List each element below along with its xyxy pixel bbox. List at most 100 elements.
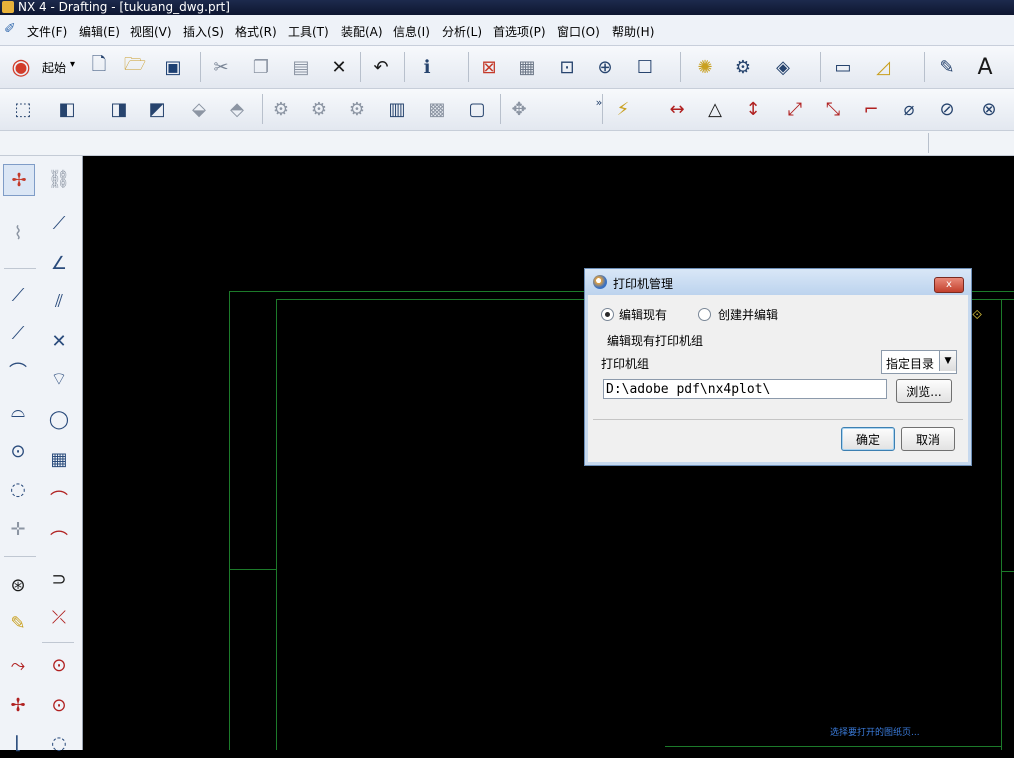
- menu-assembly[interactable]: 装配(A): [341, 23, 383, 40]
- divide-icon[interactable]: ⤫: [44, 602, 74, 632]
- menu-information[interactable]: 信息(I): [393, 23, 430, 40]
- ruler-icon[interactable]: ◿: [870, 54, 896, 80]
- cancel-button[interactable]: 取消: [901, 427, 955, 451]
- tangent-line-icon[interactable]: ⟋: [3, 318, 33, 348]
- component-icon[interactable]: ✥: [506, 96, 532, 122]
- line-icon[interactable]: ⟋: [44, 208, 74, 238]
- trim-icon[interactable]: ⊃: [44, 564, 74, 594]
- unfolded-section-icon[interactable]: ⚙: [344, 96, 370, 122]
- menu-file[interactable]: 文件(F): [27, 23, 67, 40]
- delete-icon[interactable]: ✕: [326, 54, 352, 80]
- menu-tools[interactable]: 工具(T): [288, 23, 329, 40]
- update-view-icon[interactable]: ▩: [424, 96, 450, 122]
- settings-icon[interactable]: ⚙: [730, 54, 756, 80]
- menu-insert[interactable]: 插入(S): [183, 23, 224, 40]
- base-view-icon[interactable]: ◧: [54, 96, 80, 122]
- parallel-dimension-icon[interactable]: ⤢: [782, 96, 808, 122]
- chevron-down-icon[interactable]: ▼: [939, 351, 956, 371]
- radio-create-and-edit-label[interactable]: 创建并编辑: [718, 306, 778, 323]
- arc-three-point-icon[interactable]: ⌒: [44, 524, 74, 554]
- dialog-title-bar[interactable]: 打印机管理 x: [585, 269, 971, 295]
- revolved-section-icon[interactable]: ⚙: [268, 96, 294, 122]
- chain-icon[interactable]: ⛓: [44, 164, 74, 194]
- detail-view-icon[interactable]: ◩: [144, 96, 170, 122]
- folded-section-icon[interactable]: ⚙: [306, 96, 332, 122]
- menu-format[interactable]: 格式(R): [235, 23, 277, 40]
- circle-edit-icon[interactable]: ◌: [44, 728, 74, 758]
- horizontal-dimension-icon[interactable]: ↔: [664, 96, 690, 122]
- arc-tangent-icon[interactable]: ⌔: [44, 364, 74, 394]
- new-sheet-icon[interactable]: ⬚: [10, 96, 36, 122]
- fillet-icon[interactable]: ⊛: [3, 570, 33, 600]
- open-folder-icon[interactable]: 🗁: [122, 54, 148, 80]
- zoom-icon[interactable]: ⊡: [554, 54, 580, 80]
- corner-icon[interactable]: ⌊: [3, 728, 33, 758]
- new-file-icon[interactable]: 🗋: [86, 54, 112, 80]
- menu-window[interactable]: 窗口(O): [557, 23, 600, 40]
- zoom-window-icon[interactable]: ▦: [514, 54, 540, 80]
- edit-curve-icon[interactable]: ✎: [3, 608, 33, 638]
- parallel-line-icon[interactable]: ⫽: [44, 286, 74, 316]
- perpendicular-dimension-icon[interactable]: ⤡: [820, 96, 846, 122]
- fit-view-icon[interactable]: ⊠: [476, 54, 502, 80]
- menu-view[interactable]: 视图(V): [130, 23, 172, 40]
- offset-icon[interactable]: ⤳: [3, 650, 33, 680]
- arc-icon[interactable]: ⌓: [3, 396, 33, 426]
- zoom-in-out-icon[interactable]: ⊕: [592, 54, 618, 80]
- cross-icon[interactable]: ✢: [3, 690, 33, 720]
- directory-select[interactable]: 指定目录 ▼: [881, 350, 957, 374]
- hole-dimension-icon[interactable]: ⊘: [934, 96, 960, 122]
- circle-tangent-icon[interactable]: ◯: [44, 404, 74, 434]
- menu-help[interactable]: 帮助(H): [612, 23, 654, 40]
- edit-note-icon[interactable]: ✎: [934, 54, 960, 80]
- printer-path-input[interactable]: D:\adobe pdf\nx4plot\: [603, 379, 887, 399]
- pan-icon[interactable]: ☐: [632, 54, 658, 80]
- section-view-icon[interactable]: ⬙: [186, 96, 212, 122]
- hatch-icon[interactable]: ▦: [44, 444, 74, 474]
- browse-button[interactable]: 浏览...: [896, 379, 952, 403]
- inferred-dimension-icon[interactable]: ⚡: [610, 96, 636, 122]
- curve-icon[interactable]: ⌒: [3, 356, 33, 386]
- diameter-dimension-icon[interactable]: ⊗: [976, 96, 1002, 122]
- vertical-dimension-icon[interactable]: ↕: [740, 96, 766, 122]
- menu-edit[interactable]: 编辑(E): [79, 23, 120, 40]
- layout-icon[interactable]: ▭: [830, 54, 856, 80]
- break-view-icon[interactable]: ▥: [384, 96, 410, 122]
- intersect-line-icon[interactable]: ✕: [44, 326, 74, 356]
- circle-point-icon[interactable]: ⊙: [44, 650, 74, 680]
- circle-center-icon[interactable]: ◌: [3, 474, 33, 504]
- snap-icon[interactable]: ⌇: [3, 218, 33, 248]
- radio-edit-existing[interactable]: [601, 308, 614, 321]
- radio-create-and-edit[interactable]: [698, 308, 711, 321]
- half-section-icon[interactable]: ⬘: [224, 96, 250, 122]
- display-icon[interactable]: ✺: [692, 54, 718, 80]
- cylindrical-dimension-icon[interactable]: ⌀: [896, 96, 922, 122]
- view-boundary-icon[interactable]: ▢: [464, 96, 490, 122]
- save-icon[interactable]: ▣: [160, 54, 186, 80]
- circle-arc-icon[interactable]: ⊙: [44, 690, 74, 720]
- copy-icon[interactable]: ❐: [248, 54, 274, 80]
- angular-dimension-icon[interactable]: △: [702, 96, 728, 122]
- render-icon[interactable]: ◈: [770, 54, 796, 80]
- undo-icon[interactable]: ↶: [368, 54, 394, 80]
- start-icon[interactable]: ◉: [6, 54, 36, 80]
- text-annotation-icon[interactable]: A: [972, 54, 998, 80]
- arc-point-icon[interactable]: ⌒: [44, 484, 74, 514]
- menu-analysis[interactable]: 分析(L): [442, 23, 482, 40]
- paste-icon[interactable]: ▤: [288, 54, 314, 80]
- circle-icon[interactable]: ⊙: [3, 436, 33, 466]
- select-cursor-icon[interactable]: ✢: [3, 164, 35, 196]
- radio-edit-existing-label[interactable]: 编辑现有: [619, 306, 667, 323]
- cut-icon[interactable]: ✂: [208, 54, 234, 80]
- start-dropdown-arrow[interactable]: ▾: [70, 59, 75, 70]
- information-icon[interactable]: ℹ: [414, 54, 440, 80]
- start-button-label[interactable]: 起始: [42, 59, 66, 76]
- close-icon[interactable]: x: [934, 277, 964, 293]
- projected-view-icon[interactable]: ◨: [106, 96, 132, 122]
- angle-line-icon[interactable]: ∠: [44, 248, 74, 278]
- line-tool-icon[interactable]: ⟋: [3, 280, 33, 310]
- point-icon[interactable]: ✛: [3, 514, 33, 544]
- chamfer-dimension-icon[interactable]: ⌐: [858, 96, 884, 122]
- menu-preferences[interactable]: 首选项(P): [493, 23, 546, 40]
- ok-button[interactable]: 确定: [841, 427, 895, 451]
